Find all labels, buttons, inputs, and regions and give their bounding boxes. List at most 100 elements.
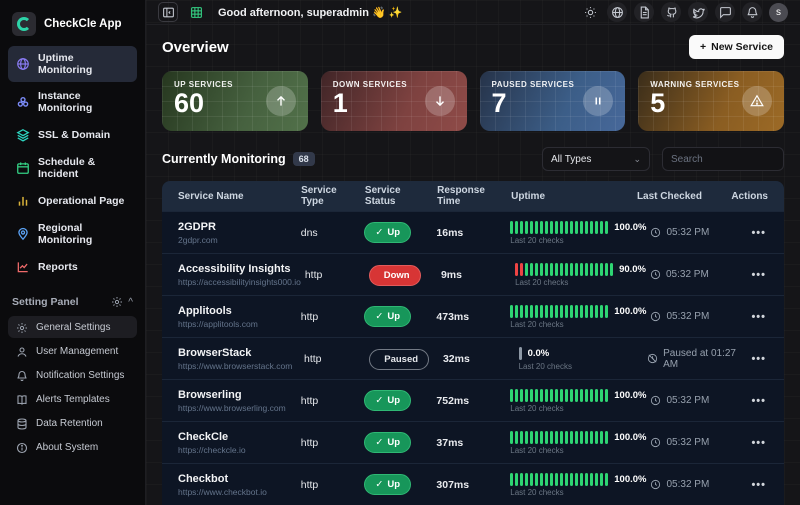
clock-icon — [650, 437, 661, 448]
grid-icon[interactable] — [186, 2, 206, 22]
table-row[interactable]: Checkbot https://www.checkbot.io http ✓U… — [162, 463, 784, 505]
arrow-down-icon — [425, 86, 455, 116]
new-service-button[interactable]: + New Service — [689, 35, 784, 59]
row-actions-button[interactable]: ••• — [740, 353, 784, 365]
response-time: 16ms — [432, 227, 506, 239]
response-time: 37ms — [432, 437, 506, 449]
greeting-text: Good afternoon, superadmin 👋 ✨ — [218, 6, 572, 19]
sidebar-item-instance-monitoring[interactable]: Instance Monitoring — [8, 84, 137, 120]
table-row[interactable]: CheckCle https://checkcle.io http ✓Up 37… — [162, 421, 784, 463]
sidebar-item-general-settings[interactable]: General Settings — [8, 316, 137, 338]
globe-icon[interactable] — [607, 2, 627, 22]
uptime-cell: 100.0% Last 20 checks — [506, 389, 646, 413]
info-icon — [16, 441, 28, 453]
uptime-caption: Last 20 checks — [519, 362, 644, 371]
sidebar-collapse-icon[interactable] — [158, 2, 178, 22]
last-checked: 05:32 PM — [646, 479, 740, 490]
service-url: 2gdpr.com — [178, 235, 297, 245]
service-type: http — [297, 437, 361, 449]
uptime-bars — [510, 473, 608, 486]
gear-icon — [111, 296, 123, 308]
app-name: CheckCle App — [44, 18, 122, 30]
uptime-bars — [515, 263, 613, 276]
row-actions-button[interactable]: ••• — [741, 395, 784, 407]
stat-card-paused-services[interactable]: PAUSED SERVICES 7 — [480, 71, 626, 131]
chat-icon[interactable] — [715, 2, 735, 22]
github-icon[interactable] — [661, 2, 681, 22]
uptime-bars — [510, 431, 608, 444]
sidebar-item-data-retention[interactable]: Data Retention — [8, 412, 137, 434]
stat-card-up-services[interactable]: UP SERVICES 60 — [162, 71, 308, 131]
status-badge: ✓Up — [364, 390, 411, 411]
uptime-percent: 100.0% — [614, 432, 646, 443]
response-time: 473ms — [432, 311, 506, 323]
service-url: https://www.browserstack.com — [178, 361, 300, 371]
row-actions-button[interactable]: ••• — [741, 227, 784, 239]
row-actions-button[interactable]: ••• — [740, 269, 784, 281]
map-pin-icon — [16, 227, 30, 241]
line-chart-icon — [16, 260, 30, 274]
sidebar-item-user-management[interactable]: User Management — [8, 340, 137, 362]
table-row[interactable]: Browserling https://www.browserling.com … — [162, 379, 784, 421]
status-badge: ✓Up — [364, 222, 411, 243]
service-url: https://accessibilityinsights000.io — [178, 277, 301, 287]
table-row[interactable]: BrowserStack https://www.browserstack.co… — [162, 337, 784, 379]
monitoring-count-badge: 68 — [293, 152, 315, 166]
uptime-bars — [510, 305, 608, 318]
stat-card-down-services[interactable]: DOWN SERVICES 1 — [321, 71, 467, 131]
layers-icon — [16, 128, 30, 142]
sidebar-item-notification-settings[interactable]: Notification Settings — [8, 364, 137, 386]
clock-icon — [650, 269, 661, 280]
table-row[interactable]: 2GDPR 2gdpr.com dns ✓Up 16ms 100.0% Last… — [162, 211, 784, 253]
check-icon: ✓ — [375, 479, 383, 490]
service-name: Checkbot — [178, 473, 297, 485]
type-filter-select[interactable]: All Types ⌄ — [542, 147, 650, 171]
book-icon — [16, 393, 28, 405]
row-actions-button[interactable]: ••• — [741, 437, 784, 449]
cluster-icon — [16, 95, 30, 109]
sidebar-item-ssl-domain[interactable]: SSL & Domain — [8, 122, 137, 148]
page-content: Overview + New Service UP SERVICES 60 DO… — [146, 25, 800, 505]
status-badge: ✓Up — [364, 306, 411, 327]
sidebar-item-reports[interactable]: Reports — [8, 254, 137, 280]
uptime-caption: Last 20 checks — [510, 488, 646, 497]
clock-icon — [650, 479, 661, 490]
table-row[interactable]: Applitools https://applitools.com http ✓… — [162, 295, 784, 337]
stat-card-warning-services[interactable]: WARNING SERVICES 5 — [638, 71, 784, 131]
row-actions-button[interactable]: ••• — [741, 479, 784, 491]
sun-icon[interactable] — [580, 2, 600, 22]
row-actions-button[interactable]: ••• — [741, 311, 784, 323]
app-logo[interactable]: CheckCle App — [0, 8, 145, 46]
table-row[interactable]: Accessibility Insights https://accessibi… — [162, 253, 784, 295]
stat-cards: UP SERVICES 60 DOWN SERVICES 1 PAUSED SE… — [162, 71, 784, 131]
bell-icon[interactable] — [742, 2, 762, 22]
document-icon[interactable] — [634, 2, 654, 22]
check-icon: ✓ — [375, 227, 383, 238]
twitter-icon[interactable] — [688, 2, 708, 22]
last-checked: Paused at 01:27 AM — [643, 348, 739, 370]
main-area: Good afternoon, superadmin 👋 ✨ — [146, 0, 800, 505]
setting-panel-header[interactable]: Setting Panel ^ — [12, 296, 133, 308]
sidebar-item-alerts-templates[interactable]: Alerts Templates — [8, 388, 137, 410]
status-badge: ✓Up — [364, 474, 411, 495]
pause-icon — [583, 86, 613, 116]
user-avatar[interactable]: s — [769, 3, 788, 22]
sidebar-item-uptime-monitoring[interactable]: Uptime Monitoring — [8, 46, 137, 82]
status-badge: Down — [369, 265, 421, 286]
sidebar-item-about-system[interactable]: About System — [8, 436, 137, 458]
sidebar-item-schedule-incident[interactable]: Schedule & Incident — [8, 150, 137, 186]
sidebar-item-operational-page[interactable]: Operational Page — [8, 188, 137, 214]
service-name: Browserling — [178, 389, 297, 401]
service-name: Accessibility Insights — [178, 263, 301, 275]
check-icon: ✓ — [375, 395, 383, 406]
sidebar: CheckCle App Uptime Monitoring Instance … — [0, 0, 146, 505]
clock-icon — [650, 311, 661, 322]
uptime-percent: 100.0% — [614, 474, 646, 485]
topbar: Good afternoon, superadmin 👋 ✨ — [146, 0, 800, 25]
sidebar-item-regional-monitoring[interactable]: Regional Monitoring — [8, 216, 137, 252]
service-url: https://applitools.com — [178, 319, 297, 329]
service-type: http — [297, 395, 361, 407]
warning-triangle-icon — [742, 86, 772, 116]
search-input[interactable] — [662, 147, 784, 171]
table-body: 2GDPR 2gdpr.com dns ✓Up 16ms 100.0% Last… — [162, 211, 784, 505]
